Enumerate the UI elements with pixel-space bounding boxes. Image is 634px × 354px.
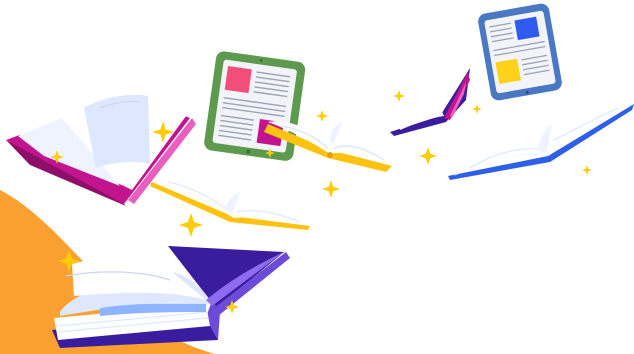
sparkle-icon: [582, 165, 592, 175]
sparkle-icon: [393, 90, 405, 102]
open-book-yellow-small-icon: [150, 180, 310, 230]
flying-books-illustration: [0, 3, 634, 354]
illustration-stage: [0, 0, 634, 354]
tablet-blue-icon: [478, 3, 562, 101]
sparkle-icon: [472, 104, 482, 114]
sparkle-icon: [419, 147, 437, 165]
open-book-blue-icon: [448, 104, 634, 180]
open-book-purple-icon: [52, 246, 290, 348]
open-book-purple-small-icon: [390, 68, 470, 136]
tablet-green-icon: [204, 51, 306, 161]
sparkle-icon: [179, 213, 203, 237]
sparkle-icon: [316, 110, 328, 122]
tablet-tile-blue: [514, 16, 540, 41]
tablet-tile-pink: [224, 66, 252, 94]
sparkle-icon: [322, 180, 340, 198]
tablet-tile-yellow: [495, 58, 521, 85]
